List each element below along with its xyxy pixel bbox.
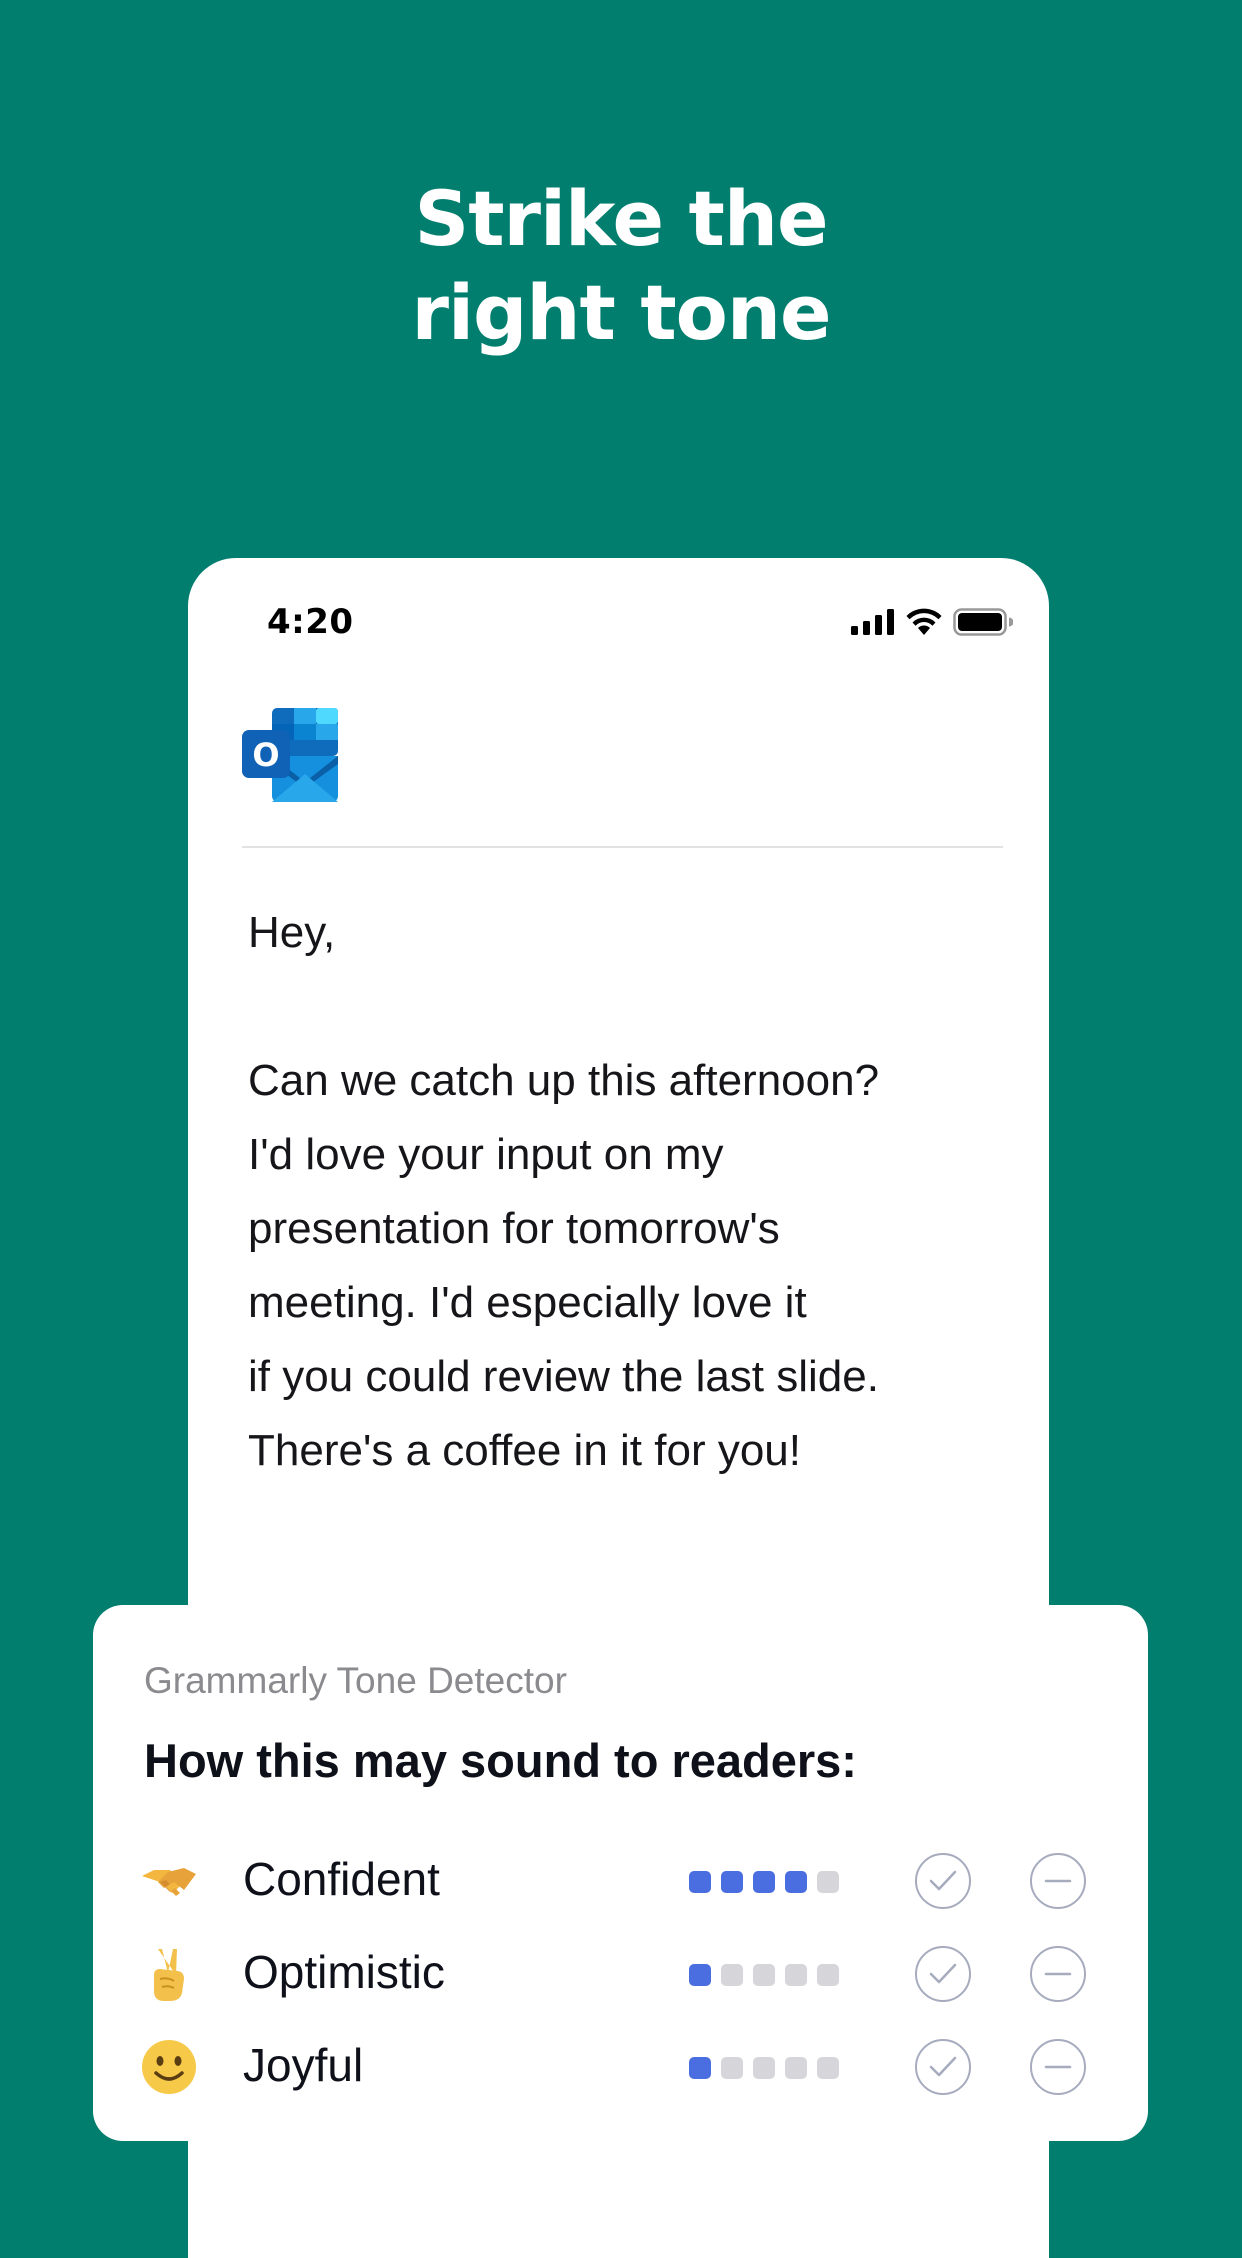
meter-segment [689, 2057, 711, 2079]
headline: Strike the right tone [0, 172, 1242, 360]
meter-segment [753, 2057, 775, 2079]
outlook-logo-letter: O [252, 736, 279, 774]
tone-label: Joyful [243, 2039, 364, 2091]
minus-icon [1044, 2065, 1072, 2069]
meter-segment [753, 1871, 775, 1893]
tone-meter [689, 2057, 839, 2079]
email-greeting: Hey, [248, 908, 336, 957]
wifi-icon [906, 608, 942, 635]
email-line: Can we catch up this afternoon? [248, 1056, 880, 1105]
check-icon [929, 1870, 957, 1891]
meter-segment [753, 1964, 775, 1986]
accept-tone-button[interactable] [915, 2039, 971, 2095]
tone-row-optimistic: Optimistic [93, 1935, 1148, 2015]
battery-icon [953, 608, 1013, 636]
meter-segment [817, 1964, 839, 1986]
outlook-icon: O [242, 708, 338, 802]
dismiss-tone-button[interactable] [1030, 2039, 1086, 2095]
header-divider [242, 846, 1003, 848]
accept-tone-button[interactable] [915, 1946, 971, 2002]
email-line: if you could review the last slide. [248, 1352, 879, 1401]
meter-segment [689, 1964, 711, 1986]
tone-label: Optimistic [243, 1946, 445, 1998]
headline-line-1: Strike the [414, 174, 828, 263]
minus-icon [1044, 1879, 1072, 1883]
email-line: I'd love your input on my [248, 1130, 724, 1179]
meter-segment [785, 2057, 807, 2079]
check-icon [929, 2056, 957, 2077]
dismiss-tone-button[interactable] [1030, 1853, 1086, 1909]
tone-detector-heading: How this may sound to readers: [144, 1734, 857, 1787]
signal-icon [851, 609, 894, 635]
tone-label: Confident [243, 1853, 440, 1905]
dismiss-tone-button[interactable] [1030, 1946, 1086, 2002]
meter-segment [817, 1871, 839, 1893]
minus-icon [1044, 1972, 1072, 1976]
meter-segment [721, 1871, 743, 1893]
meter-segment [785, 1871, 807, 1893]
status-time: 4:20 [267, 602, 354, 642]
meter-segment [721, 1964, 743, 1986]
tone-meter [689, 1964, 839, 1986]
meter-segment [817, 2057, 839, 2079]
meter-segment [689, 1871, 711, 1893]
status-icons [851, 608, 1013, 636]
headline-line-2: right tone [411, 268, 831, 357]
email-body[interactable]: Hey, Can we catch up this afternoon? I'd… [248, 896, 1018, 1488]
smiling-face-emoji [142, 2040, 196, 2094]
tone-meter [689, 1871, 839, 1893]
email-line: presentation for tomorrow's [248, 1204, 780, 1253]
tone-row-joyful: Joyful [93, 2028, 1148, 2108]
email-message: Can we catch up this afternoon? I'd love… [248, 1044, 1018, 1488]
check-icon [929, 1963, 957, 1984]
handshake-emoji [142, 1868, 196, 1896]
email-line: meeting. I'd especially love it [248, 1278, 807, 1327]
meter-segment [721, 2057, 743, 2079]
tone-detector-card: Grammarly Tone Detector How this may sou… [93, 1605, 1148, 2141]
meter-segment [785, 1964, 807, 1986]
accept-tone-button[interactable] [915, 1853, 971, 1909]
tone-row-confident: Confident [93, 1842, 1148, 1922]
tone-detector-source: Grammarly Tone Detector [144, 1660, 567, 1701]
victory-hand-emoji [154, 1949, 184, 2001]
email-line: There's a coffee in it for you! [248, 1426, 801, 1475]
